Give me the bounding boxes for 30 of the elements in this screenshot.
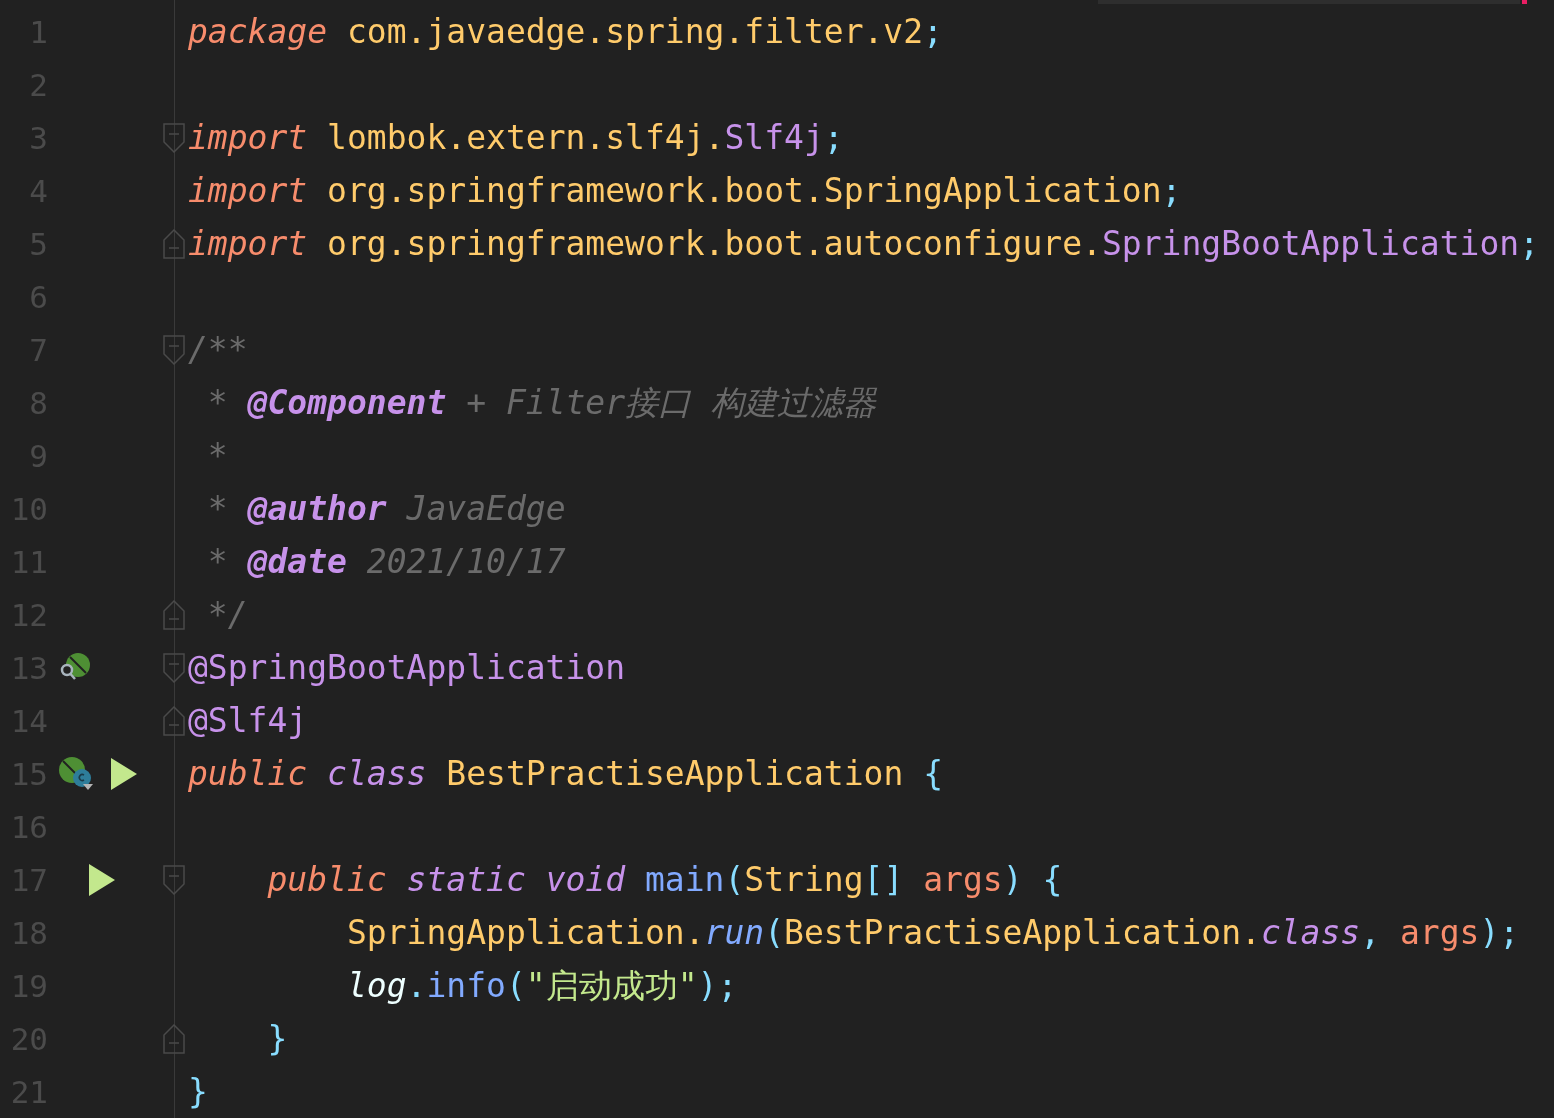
code-line: public static void main(String[] args) { [266, 859, 1063, 901]
fold-collapse-icon[interactable] [163, 122, 185, 153]
code-line: * @Component + Filter接口 构建过滤器 [206, 382, 876, 424]
error-stripe-mark [1522, 0, 1527, 4]
code-line: } [266, 1018, 288, 1060]
code-line: SpringApplication.run(BestPractiseApplication.class, args); [345, 912, 1520, 954]
code-line: import org.springframework.boot.SpringApplication; [188, 170, 1182, 212]
code-line: * @date 2021/10/17 [206, 541, 566, 583]
fold-end-icon[interactable] [163, 705, 185, 736]
code-line: log.info("启动成功"); [345, 965, 738, 1007]
fold-end-icon[interactable] [163, 599, 185, 630]
code-line: * @author JavaEdge [206, 488, 566, 530]
fold-end-icon[interactable] [163, 1023, 185, 1054]
code-line: package com.javaedge.spring.filter.v2; [188, 11, 943, 53]
code-line: import org.springframework.boot.autoconfigure.SpringBootApplication; [188, 223, 1540, 265]
fold-end-icon[interactable] [163, 228, 185, 259]
code-line: @SpringBootApplication [188, 647, 626, 689]
code-line: } [188, 1071, 208, 1113]
run-icon[interactable] [110, 756, 138, 791]
fold-collapse-icon[interactable] [163, 334, 185, 365]
code-line: import lombok.extern.slf4j.Slf4j; [188, 117, 844, 159]
code-line: /** [188, 329, 248, 371]
code-line: @Slf4j [188, 700, 308, 742]
code-line: * [206, 435, 228, 477]
fold-collapse-icon[interactable] [163, 864, 185, 895]
code-line: */ [206, 594, 248, 636]
bean-class-icon[interactable] [58, 755, 96, 792]
run-icon[interactable] [88, 862, 116, 897]
code-line: public class BestPractiseApplication { [188, 753, 943, 795]
fold-collapse-icon[interactable] [163, 652, 185, 683]
